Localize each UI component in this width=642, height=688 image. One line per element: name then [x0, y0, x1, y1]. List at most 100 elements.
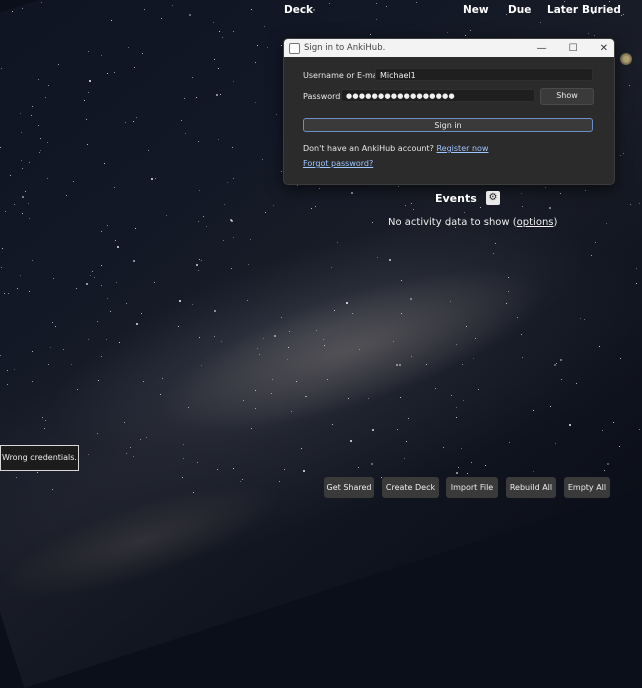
signin-button[interactable]: Sign in — [303, 118, 593, 132]
star — [315, 206, 316, 207]
star — [219, 31, 220, 32]
maximize-icon[interactable]: ☐ — [569, 43, 578, 54]
star — [458, 467, 459, 468]
star — [220, 94, 221, 95]
star — [272, 379, 273, 380]
star — [413, 209, 414, 210]
star — [463, 400, 464, 401]
star — [267, 47, 268, 48]
no-activity-suffix: ) — [553, 217, 558, 228]
import-file-button[interactable]: Import File — [446, 477, 498, 498]
star — [160, 394, 161, 395]
star — [32, 260, 33, 261]
star — [251, 428, 252, 429]
star — [40, 150, 41, 151]
star — [274, 335, 276, 337]
star — [398, 186, 399, 187]
star — [257, 348, 258, 349]
star — [250, 239, 251, 240]
star — [233, 81, 234, 82]
forgot-password-link[interactable]: Forgot password? — [303, 159, 373, 168]
gear-icon[interactable]: ⚙ — [486, 191, 500, 205]
close-icon[interactable]: ✕ — [600, 43, 608, 54]
star — [263, 338, 264, 339]
create-deck-button[interactable]: Create Deck — [382, 477, 439, 498]
password-label: Password: — [303, 92, 344, 101]
star — [276, 114, 277, 115]
no-account-text: Don't have an AnkiHub account? — [303, 144, 434, 153]
star — [213, 22, 214, 23]
password-input[interactable]: ●●●●●●●●●●●●●●●●● — [341, 89, 535, 102]
star — [351, 192, 353, 194]
dialog-title: Sign in to AnkiHub. — [304, 43, 386, 53]
star — [549, 207, 551, 209]
star — [198, 141, 199, 142]
star — [133, 260, 135, 262]
star — [222, 37, 223, 38]
star — [594, 35, 595, 36]
show-password-button[interactable]: Show — [540, 88, 594, 105]
star — [466, 326, 467, 327]
star — [143, 381, 144, 382]
star — [517, 317, 518, 318]
star — [400, 397, 401, 398]
star — [506, 303, 507, 304]
star — [243, 400, 244, 401]
column-deck: Deck — [284, 4, 314, 16]
star — [636, 268, 637, 269]
star — [14, 204, 15, 205]
deck-options-icon[interactable] — [620, 53, 632, 65]
register-link[interactable]: Register now — [436, 144, 488, 153]
star — [2, 248, 3, 249]
star — [116, 282, 117, 283]
star — [86, 283, 88, 285]
star — [88, 51, 89, 52]
username-input[interactable]: Michael1 — [375, 68, 593, 81]
star — [28, 203, 29, 204]
star — [7, 384, 8, 385]
star — [456, 472, 458, 474]
star — [25, 191, 26, 192]
star — [262, 159, 263, 160]
star — [509, 442, 510, 443]
dialog-titlebar[interactable]: Sign in to AnkiHub. — ☐ ✕ — [284, 39, 614, 57]
star — [533, 410, 534, 411]
empty-all-button[interactable]: Empty All — [564, 477, 610, 498]
star — [133, 456, 134, 457]
star — [467, 473, 468, 474]
minimize-icon[interactable]: — — [537, 43, 547, 54]
star — [480, 207, 481, 208]
star — [233, 468, 234, 469]
star — [77, 389, 78, 390]
star — [619, 446, 620, 447]
star — [595, 242, 596, 243]
star — [287, 359, 288, 360]
star — [456, 344, 457, 345]
star — [52, 322, 53, 323]
get-shared-button[interactable]: Get Shared — [324, 477, 374, 498]
error-toast: Wrong credentials. — [0, 445, 79, 471]
star — [141, 313, 142, 314]
star — [588, 33, 589, 34]
star — [29, 218, 30, 219]
star — [271, 393, 272, 394]
options-link[interactable]: options — [517, 217, 554, 228]
star — [273, 205, 274, 206]
star — [404, 458, 405, 459]
star — [101, 231, 102, 232]
star — [348, 398, 349, 399]
star — [66, 195, 67, 196]
star — [323, 339, 324, 340]
star — [462, 364, 463, 365]
star — [4, 293, 5, 294]
star — [604, 470, 605, 471]
star — [188, 407, 189, 408]
star — [359, 349, 360, 350]
star — [199, 259, 200, 260]
star — [144, 9, 145, 10]
star — [172, 5, 173, 6]
star — [133, 121, 134, 122]
star — [199, 190, 200, 191]
column-buried: Buried — [582, 4, 621, 16]
rebuild-all-button[interactable]: Rebuild All — [506, 477, 556, 498]
